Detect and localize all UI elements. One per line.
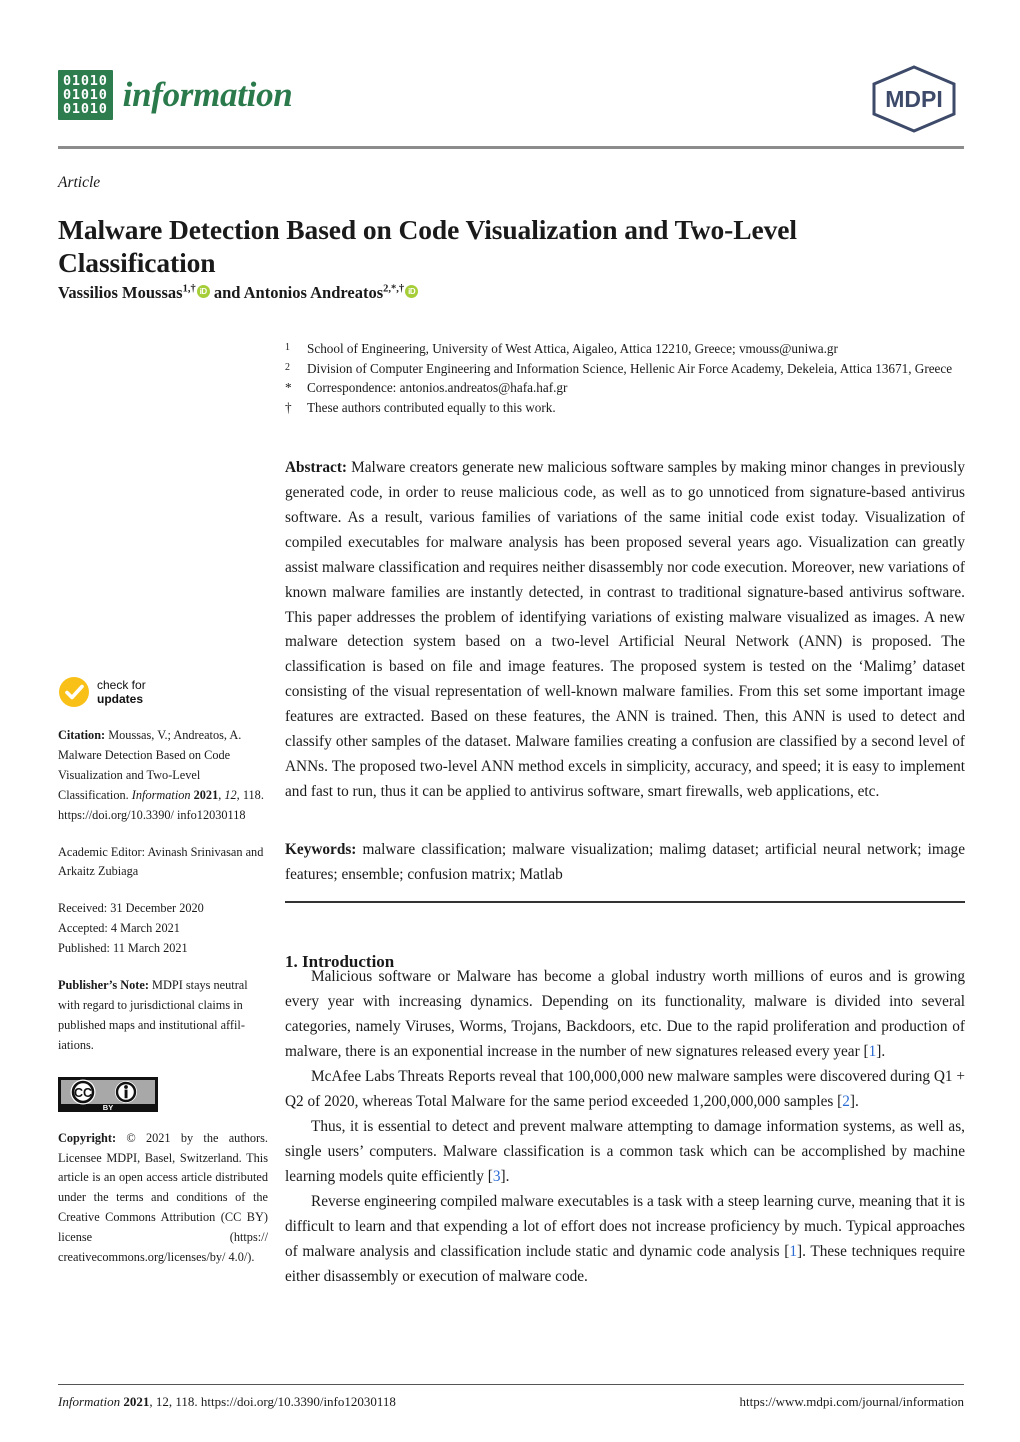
creative-commons-badge[interactable]: CC BY bbox=[58, 1076, 158, 1112]
keywords-text: malware classification; malware visualiz… bbox=[285, 841, 965, 883]
received-date: Received: 31 December 2020 bbox=[58, 901, 204, 916]
orcid-icon[interactable]: iD bbox=[196, 285, 210, 298]
affiliation-text: School of Engineering, University of Wes… bbox=[307, 341, 838, 356]
affiliation-item: 2 Division of Computer Engineering and I… bbox=[285, 360, 965, 379]
published-date: Published: 11 March 2021 bbox=[58, 941, 188, 956]
footer-citation-rest: , 12, 118. https://doi.org/10.3390/info1… bbox=[149, 1394, 396, 1409]
masthead: 01010 01010 01010 information MDPI bbox=[58, 62, 964, 142]
abstract-section: Abstract: Malware creators generate new … bbox=[285, 456, 965, 805]
author-2-affiliation-markers: 2,*,† bbox=[383, 283, 405, 295]
citation-label: Citation: bbox=[58, 728, 106, 742]
header-divider bbox=[58, 146, 964, 149]
mdpi-hexagon-icon: MDPI bbox=[872, 65, 956, 133]
page-title: Malware Detection Based on Code Visualiz… bbox=[58, 214, 797, 278]
author-name-1: Vassilios Moussas bbox=[58, 283, 183, 302]
journal-logo: 01010 01010 01010 information bbox=[58, 70, 293, 121]
check-for-updates-label: check for updates bbox=[97, 678, 146, 707]
orcid-icon[interactable]: iD bbox=[405, 285, 419, 298]
article-type-label: Article bbox=[58, 174, 101, 191]
mdpi-logo: MDPI bbox=[864, 62, 964, 136]
check-for-updates-badge[interactable]: check for updates bbox=[58, 676, 268, 708]
footer-url: https://www.mdpi.com/journal/information bbox=[739, 1394, 964, 1409]
citation-link[interactable]: 1 bbox=[789, 1243, 797, 1260]
binary-row-3: 01010 bbox=[63, 100, 108, 117]
paragraph: Thus, it is essential to detect and prev… bbox=[285, 1118, 965, 1185]
citation-journal: Information bbox=[131, 787, 191, 802]
footer-year: 2021 bbox=[123, 1394, 150, 1409]
check-updates-line-1: check for bbox=[97, 677, 146, 692]
author-conjunction: and bbox=[209, 283, 244, 302]
affiliation-marker: * bbox=[285, 380, 292, 396]
affiliation-item: * Correspondence: antonios.andreatos@haf… bbox=[285, 379, 965, 398]
accepted-date: Accepted: 4 March 2021 bbox=[58, 921, 180, 936]
keywords-section: Keywords: malware classification; malwar… bbox=[285, 838, 965, 888]
footer-citation: Information 2021, 12, 118. https://doi.o… bbox=[58, 1394, 396, 1410]
cc-icon-text: CC bbox=[74, 1086, 92, 1100]
publisher-note: Publisher’s Note: MDPI stays neutral wit… bbox=[58, 976, 268, 1056]
cc-by-text: BY bbox=[103, 1103, 113, 1112]
keywords-label: Keywords: bbox=[285, 841, 357, 858]
paper-page: 01010 01010 01010 information MDPI Artic… bbox=[0, 0, 1020, 1442]
keywords-divider bbox=[285, 901, 965, 903]
binary-code-icon: 01010 01010 01010 bbox=[58, 70, 113, 121]
abstract-label: Abstract: bbox=[285, 459, 348, 476]
affiliation-marker: 1 bbox=[285, 342, 290, 353]
academic-editor: Academic Editor: Avinash Srinivasan and … bbox=[58, 844, 264, 879]
affiliation-text: Division of Computer Engineering and Inf… bbox=[307, 360, 953, 376]
citation-year: 2021 bbox=[193, 787, 219, 802]
affiliation-marker: 2 bbox=[285, 361, 290, 373]
citation-link[interactable]: 1 bbox=[869, 1043, 877, 1060]
publication-dates: Received: 31 December 2020 Accepted: 4 M… bbox=[58, 899, 268, 959]
paragraph: Malicious software or Malware has become… bbox=[285, 968, 965, 1060]
mdpi-logo-text: MDPI bbox=[885, 86, 943, 112]
correspondence-text: Correspondence: antonios.andreatos@hafa.… bbox=[307, 380, 568, 396]
check-circle-icon bbox=[59, 677, 89, 707]
paragraph: McAfee Labs Threats Reports reveal that … bbox=[285, 1068, 966, 1110]
affiliation-item: 1 School of Engineering, University of W… bbox=[285, 340, 965, 359]
publisher-note-label: Publisher’s Note: bbox=[58, 978, 149, 993]
copyright-text: © 2021 by the authors. Licensee MDPI, Ba… bbox=[58, 1130, 268, 1265]
citation-volume: , 12, bbox=[218, 787, 240, 802]
affiliation-item: † These authors contributed equally to t… bbox=[285, 399, 965, 418]
equal-contribution-note: These authors contributed equally to thi… bbox=[307, 400, 556, 416]
citation-link[interactable]: 3 bbox=[493, 1168, 501, 1185]
journal-name: information bbox=[122, 75, 293, 115]
affiliation-marker: † bbox=[285, 400, 292, 416]
abstract-text: Malware creators generate new malicious … bbox=[285, 459, 965, 800]
author-name-2: Antonios Andreatos bbox=[243, 283, 384, 302]
paragraph: Reverse engineering compiled malware exe… bbox=[285, 1193, 965, 1285]
introduction-body: Malicious software or Malware has become… bbox=[285, 964, 965, 1289]
author-list: Vassilios Moussas1,† iD and Antonios Andr… bbox=[58, 283, 419, 303]
check-updates-line-2: updates bbox=[97, 692, 144, 706]
citation-link[interactable]: 2 bbox=[842, 1093, 850, 1110]
affiliation-list: 1 School of Engineering, University of W… bbox=[285, 340, 965, 419]
author-1-affiliation-markers: 1,† bbox=[182, 283, 196, 295]
footer-divider bbox=[58, 1384, 964, 1385]
copyright-label: Copyright: bbox=[58, 1130, 117, 1145]
sidebar: check for updates Citation: Moussas, V.;… bbox=[58, 676, 268, 1285]
citation-block: Citation: Moussas, V.; Andreatos, A. Mal… bbox=[58, 726, 268, 826]
page-footer: Information 2021, 12, 118. https://doi.o… bbox=[58, 1394, 964, 1410]
footer-journal: Information bbox=[58, 1394, 121, 1409]
copyright-block: Copyright: © 2021 by the authors. Licens… bbox=[58, 1129, 268, 1268]
